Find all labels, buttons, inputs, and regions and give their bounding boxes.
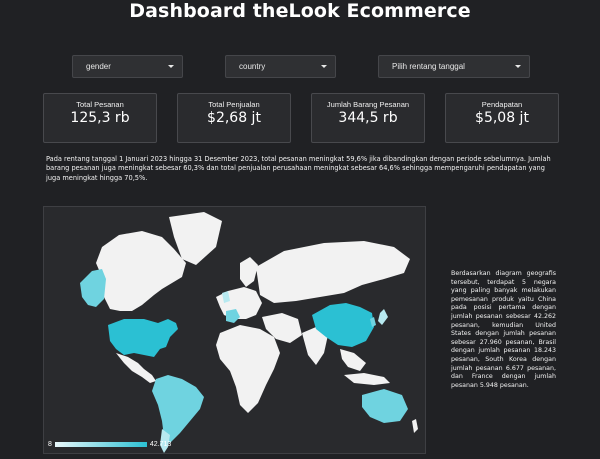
gender-filter-label: gender [86, 62, 111, 71]
map-region-indonesia[interactable] [344, 373, 390, 385]
kpi-label: Total Penjualan [208, 100, 260, 109]
kpi-label: Pendapatan [481, 100, 523, 109]
map-region-alaska[interactable] [80, 269, 106, 307]
geo-map[interactable]: 8 42.713 [43, 206, 426, 454]
country-filter-label: country [239, 62, 266, 71]
chevron-down-icon [321, 65, 327, 68]
map-region-brazil[interactable] [152, 375, 204, 443]
date-range-filter-label: Pilih rentang tanggal [392, 62, 465, 71]
map-region-africa[interactable] [216, 325, 280, 413]
kpi-jumlah-barang: Jumlah Barang Pesanan 344,5 rb [311, 93, 425, 143]
country-filter[interactable]: country [225, 55, 336, 78]
kpi-value: $2,68 jt [207, 110, 261, 126]
kpi-label: Total Pesanan [76, 100, 124, 109]
kpi-label: Jumlah Barang Pesanan [326, 100, 410, 109]
world-map-svg [80, 212, 418, 453]
map-region-new-zealand[interactable] [412, 419, 418, 433]
legend-max: 42.713 [149, 441, 172, 448]
kpi-total-penjualan: Total Penjualan $2,68 jt [177, 93, 291, 143]
kpi-value: 344,5 rb [338, 110, 398, 126]
kpi-value: $5,08 jt [475, 110, 529, 126]
map-region-canada[interactable] [96, 231, 186, 311]
map-region-australia[interactable] [362, 389, 408, 423]
legend-gradient [54, 442, 147, 447]
map-region-japan[interactable] [378, 309, 388, 325]
chevron-down-icon [515, 65, 521, 68]
map-region-europe[interactable] [216, 287, 262, 319]
map-region-russia[interactable] [256, 241, 410, 303]
gender-filter[interactable]: gender [72, 55, 183, 78]
map-region-usa[interactable] [108, 319, 178, 357]
map-region-scandinavia[interactable] [240, 257, 258, 287]
summary-text: Pada rentang tanggal 1 Januari 2023 hing… [46, 155, 551, 182]
date-range-filter[interactable]: Pilih rentang tanggal [378, 55, 530, 78]
kpi-value: 125,3 rb [70, 110, 130, 126]
kpi-total-pesanan: Total Pesanan 125,3 rb [43, 93, 157, 143]
map-region-southeast-asia[interactable] [340, 349, 366, 371]
legend-min: 8 [48, 441, 52, 448]
page-title: Dashboard theLook Ecommerce [129, 0, 471, 22]
map-region-mexico[interactable] [116, 353, 156, 383]
map-legend: 8 42.713 [48, 441, 171, 448]
chevron-down-icon [168, 65, 174, 68]
kpi-pendapatan: Pendapatan $5,08 jt [445, 93, 559, 143]
insight-text: Berdasarkan diagram geografis tersebut, … [451, 270, 556, 389]
